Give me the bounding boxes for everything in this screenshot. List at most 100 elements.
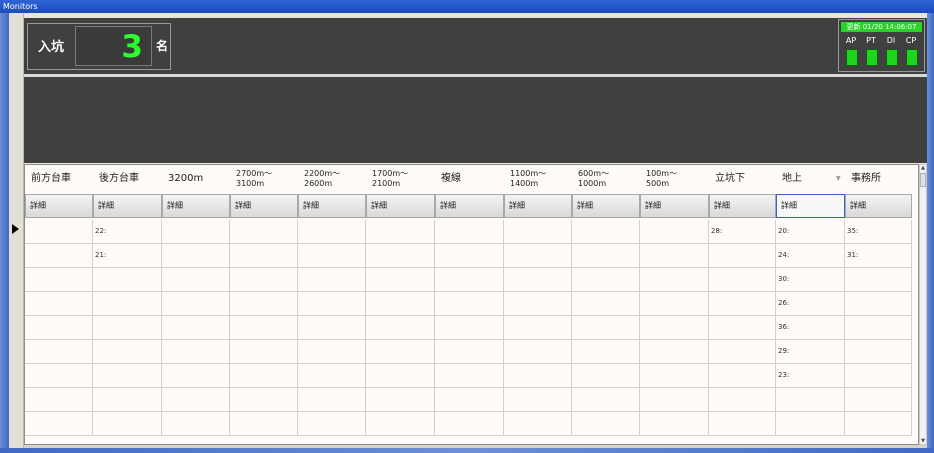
table-cell[interactable] bbox=[25, 268, 93, 292]
table-cell[interactable] bbox=[435, 316, 504, 340]
column-header[interactable]: 1100m〜 1400m bbox=[504, 165, 572, 193]
table-cell[interactable] bbox=[709, 412, 776, 436]
table-cell[interactable] bbox=[230, 268, 298, 292]
table-cell[interactable] bbox=[366, 292, 435, 316]
table-cell[interactable] bbox=[709, 340, 776, 364]
column-header[interactable]: 前方台車 bbox=[25, 165, 93, 193]
detail-button[interactable]: 詳細 bbox=[366, 194, 435, 218]
table-row[interactable] bbox=[25, 388, 918, 412]
table-cell[interactable]: 30: bbox=[776, 268, 845, 292]
column-header[interactable]: 2200m〜 2600m bbox=[298, 165, 366, 193]
table-cell[interactable] bbox=[25, 388, 93, 412]
table-cell[interactable] bbox=[298, 220, 366, 244]
table-cell[interactable] bbox=[572, 244, 640, 268]
table-row[interactable]: 29: bbox=[25, 340, 918, 364]
column-header[interactable]: 600m〜 1000m bbox=[572, 165, 640, 193]
table-cell[interactable] bbox=[640, 388, 709, 412]
table-cell[interactable] bbox=[298, 340, 366, 364]
table-cell[interactable] bbox=[776, 388, 845, 412]
table-cell[interactable] bbox=[298, 268, 366, 292]
table-cell[interactable] bbox=[162, 268, 230, 292]
column-header[interactable]: 2700m〜 3100m bbox=[230, 165, 298, 193]
table-cell[interactable] bbox=[435, 340, 504, 364]
table-cell[interactable] bbox=[435, 220, 504, 244]
table-cell[interactable]: 26: bbox=[776, 292, 845, 316]
table-cell[interactable] bbox=[435, 292, 504, 316]
table-cell[interactable] bbox=[504, 292, 572, 316]
table-cell[interactable]: 36: bbox=[776, 316, 845, 340]
table-cell[interactable]: 20: bbox=[776, 220, 845, 244]
table-cell[interactable] bbox=[640, 268, 709, 292]
table-cell[interactable] bbox=[435, 244, 504, 268]
table-cell[interactable] bbox=[572, 340, 640, 364]
table-cell[interactable] bbox=[298, 316, 366, 340]
table-cell[interactable] bbox=[298, 412, 366, 436]
table-cell[interactable] bbox=[93, 292, 162, 316]
table-cell[interactable] bbox=[504, 340, 572, 364]
detail-button[interactable]: 詳細 bbox=[435, 194, 504, 218]
table-cell[interactable] bbox=[25, 364, 93, 388]
table-cell[interactable] bbox=[298, 388, 366, 412]
table-cell[interactable] bbox=[230, 220, 298, 244]
table-cell[interactable] bbox=[366, 340, 435, 364]
detail-button[interactable]: 詳細 bbox=[776, 194, 845, 218]
table-cell[interactable] bbox=[845, 364, 912, 388]
table-cell[interactable] bbox=[366, 412, 435, 436]
table-cell[interactable] bbox=[162, 244, 230, 268]
table-cell[interactable] bbox=[230, 292, 298, 316]
table-cell[interactable] bbox=[25, 412, 93, 436]
detail-button[interactable]: 詳細 bbox=[709, 194, 776, 218]
table-cell[interactable] bbox=[709, 292, 776, 316]
table-cell[interactable] bbox=[230, 316, 298, 340]
detail-button[interactable]: 詳細 bbox=[230, 194, 298, 218]
table-cell[interactable] bbox=[298, 292, 366, 316]
table-cell[interactable] bbox=[93, 268, 162, 292]
column-header[interactable]: 複線 bbox=[435, 165, 504, 193]
table-row[interactable]: 23: bbox=[25, 364, 918, 388]
table-cell[interactable] bbox=[93, 364, 162, 388]
table-cell[interactable] bbox=[162, 220, 230, 244]
table-cell[interactable] bbox=[366, 388, 435, 412]
table-cell[interactable] bbox=[25, 244, 93, 268]
table-cell[interactable] bbox=[435, 412, 504, 436]
table-cell[interactable]: 35: bbox=[845, 220, 912, 244]
column-header[interactable]: 1700m〜 2100m bbox=[366, 165, 435, 193]
table-cell[interactable]: 22: bbox=[93, 220, 162, 244]
table-row[interactable] bbox=[25, 412, 918, 436]
detail-button[interactable]: 詳細 bbox=[298, 194, 366, 218]
table-cell[interactable]: 29: bbox=[776, 340, 845, 364]
table-cell[interactable] bbox=[640, 364, 709, 388]
table-cell[interactable] bbox=[25, 292, 93, 316]
table-row[interactable]: 26: bbox=[25, 292, 918, 316]
sort-dropdown-icon[interactable]: ▼ bbox=[836, 175, 841, 182]
table-cell[interactable] bbox=[25, 316, 93, 340]
column-header[interactable]: 3200m bbox=[162, 165, 230, 193]
table-cell[interactable] bbox=[230, 244, 298, 268]
table-cell[interactable] bbox=[776, 412, 845, 436]
detail-button[interactable]: 詳細 bbox=[504, 194, 572, 218]
scroll-down-icon[interactable]: ▼ bbox=[920, 438, 926, 444]
table-cell[interactable] bbox=[572, 412, 640, 436]
table-cell[interactable] bbox=[504, 388, 572, 412]
table-cell[interactable] bbox=[298, 364, 366, 388]
detail-button[interactable]: 詳細 bbox=[845, 194, 912, 218]
table-cell[interactable] bbox=[572, 364, 640, 388]
column-header[interactable]: 地上 bbox=[776, 165, 845, 193]
table-cell[interactable]: 21: bbox=[93, 244, 162, 268]
detail-button[interactable]: 詳細 bbox=[162, 194, 230, 218]
table-cell[interactable] bbox=[162, 316, 230, 340]
scroll-up-icon[interactable]: ▲ bbox=[920, 165, 926, 171]
table-row[interactable]: 36: bbox=[25, 316, 918, 340]
table-cell[interactable] bbox=[162, 364, 230, 388]
table-cell[interactable] bbox=[845, 268, 912, 292]
table-cell[interactable] bbox=[709, 316, 776, 340]
table-cell[interactable]: 31: bbox=[845, 244, 912, 268]
table-cell[interactable] bbox=[366, 268, 435, 292]
table-cell[interactable] bbox=[435, 268, 504, 292]
table-cell[interactable] bbox=[435, 364, 504, 388]
table-cell[interactable] bbox=[640, 220, 709, 244]
table-cell[interactable] bbox=[845, 316, 912, 340]
table-cell[interactable] bbox=[366, 220, 435, 244]
table-row[interactable]: 21: 24: 31: bbox=[25, 244, 918, 268]
table-cell[interactable] bbox=[93, 340, 162, 364]
